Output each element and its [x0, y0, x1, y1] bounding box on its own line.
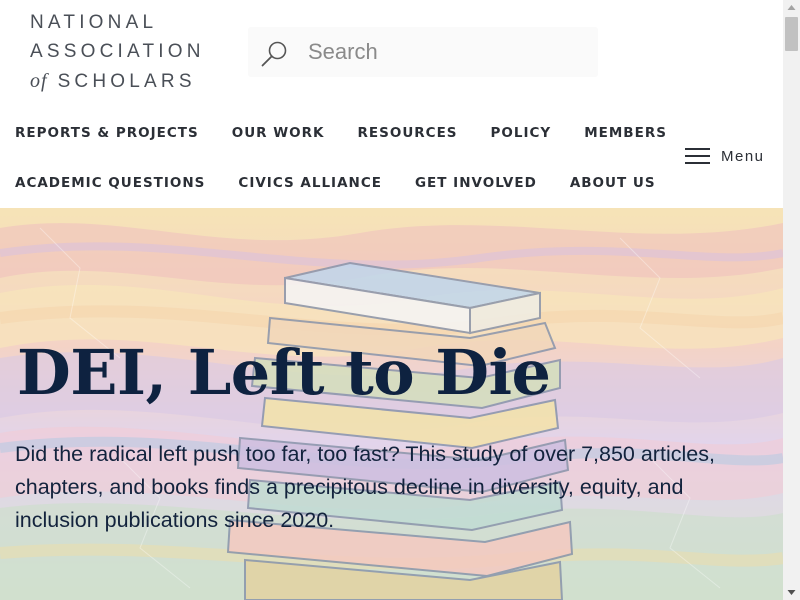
nav-item-members[interactable]: MEMBERS	[584, 125, 667, 141]
logo-of: of	[30, 70, 48, 92]
logo-scholars: SCHOLARS	[57, 71, 196, 92]
nav-item-policy[interactable]: POLICY	[491, 125, 552, 141]
menu-label: Menu	[721, 147, 765, 165]
nav-item-about-us[interactable]: ABOUT US	[570, 175, 656, 191]
hero-description: Did the radical left push too far, too f…	[15, 442, 715, 532]
page-scrollbar[interactable]	[783, 0, 800, 600]
nav-row-1: REPORTS & PROJECTS OUR WORK RESOURCES PO…	[15, 125, 700, 141]
logo-line-association: ASSOCIATION	[30, 41, 205, 62]
search-icon[interactable]	[260, 39, 290, 69]
scroll-down-arrow-icon[interactable]	[783, 583, 800, 600]
scrollbar-thumb[interactable]	[785, 17, 798, 51]
scroll-up-arrow-icon[interactable]	[783, 0, 800, 17]
nav-item-resources[interactable]: RESOURCES	[358, 125, 458, 141]
site-header: NATIONAL ASSOCIATION of SCHOLARS	[0, 0, 783, 103]
nav-item-our-work[interactable]: OUR WORK	[232, 125, 325, 141]
nav-item-academic-questions[interactable]: ACADEMIC QUESTIONS	[15, 175, 205, 191]
logo-line-scholars: of SCHOLARS	[30, 70, 196, 93]
site-logo[interactable]: NATIONAL ASSOCIATION of SCHOLARS	[30, 10, 210, 94]
nav-item-civics-alliance[interactable]: CIVICS ALLIANCE	[238, 175, 382, 191]
hero-title[interactable]: DEI, Left to Die	[17, 336, 551, 409]
search-input[interactable]	[308, 37, 588, 67]
hero-banner: DEI, Left to Die Did the radical left pu…	[0, 208, 783, 600]
menu-button[interactable]: Menu	[685, 147, 765, 165]
logo-line-national: NATIONAL	[30, 12, 158, 33]
search-box	[248, 27, 598, 77]
main-navigation: REPORTS & PROJECTS OUR WORK RESOURCES PO…	[0, 103, 783, 208]
nav-row-2: ACADEMIC QUESTIONS CIVICS ALLIANCE GET I…	[15, 175, 689, 191]
hamburger-icon	[685, 147, 710, 165]
page: NATIONAL ASSOCIATION of SCHOLARS REPORTS …	[0, 0, 783, 600]
nav-item-get-involved[interactable]: GET INVOLVED	[415, 175, 537, 191]
nav-item-reports-projects[interactable]: REPORTS & PROJECTS	[15, 125, 199, 141]
